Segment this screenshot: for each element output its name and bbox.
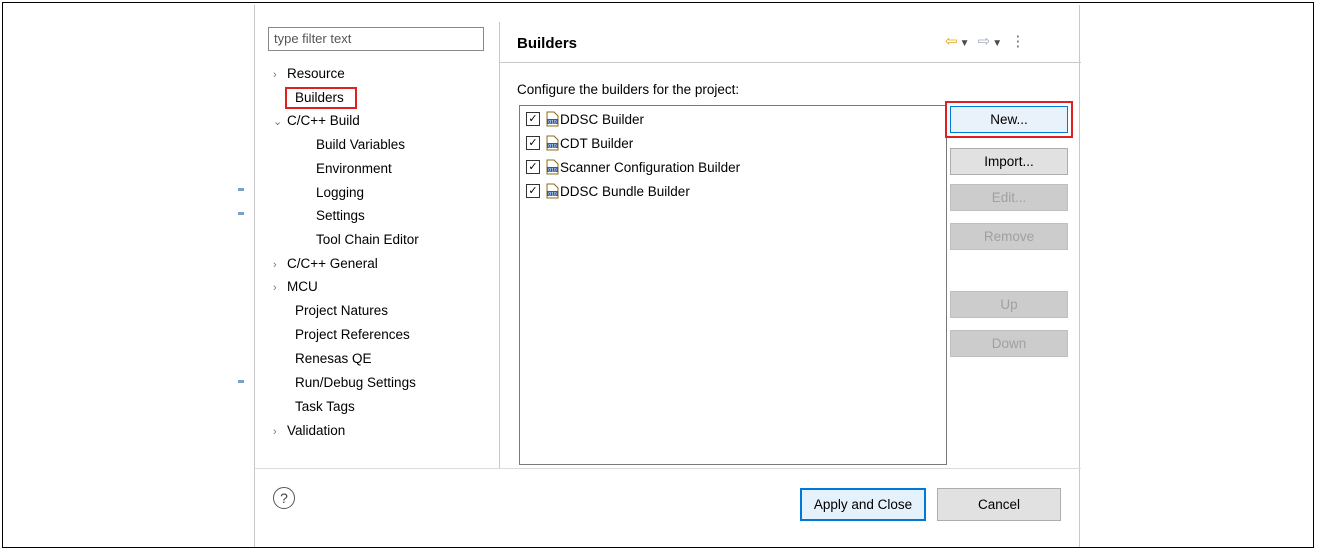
svg-text:010: 010 xyxy=(548,144,557,150)
tree-item-mcu[interactable]: › MCU xyxy=(273,277,318,297)
remove-button[interactable]: Remove xyxy=(950,223,1068,250)
tree-item-label: Run/Debug Settings xyxy=(295,375,416,390)
tree-item-build-variables[interactable]: Build Variables xyxy=(316,135,405,155)
tree-item-label: Resource xyxy=(287,66,345,81)
back-arrow-icon[interactable]: ⇦ xyxy=(945,33,960,50)
builder-label: DDSC Builder xyxy=(560,112,645,127)
tree-item-project-references[interactable]: Project References xyxy=(295,325,410,345)
chevron-right-icon[interactable]: › xyxy=(273,255,287,275)
builder-checkbox[interactable]: ✓ xyxy=(526,160,540,175)
properties-dialog: type filter text › Resource Builders ⌄ C/C… xyxy=(254,5,1081,547)
builder-file-icon: 010 xyxy=(546,159,559,175)
background-window-edge xyxy=(238,380,244,383)
tree-item-environment[interactable]: Environment xyxy=(316,159,392,179)
tree-item-validation[interactable]: › Validation xyxy=(273,421,345,441)
edit-button[interactable]: Edit... xyxy=(950,184,1068,211)
help-icon[interactable]: ? xyxy=(273,487,295,509)
builder-file-icon: 010 xyxy=(546,183,559,199)
svg-text:010: 010 xyxy=(548,192,557,198)
page-description: Configure the builders for the project: xyxy=(517,82,740,97)
new-highlight-box xyxy=(945,101,1073,138)
tree-item-cpp-general[interactable]: › C/C++ General xyxy=(273,254,378,274)
background-window-edge xyxy=(238,212,244,215)
builder-label: DDSC Bundle Builder xyxy=(560,184,690,199)
tree-item-label: Build Variables xyxy=(316,137,406,152)
chevron-down-icon[interactable]: ⌄ xyxy=(273,112,287,132)
background-window-edge xyxy=(238,188,244,191)
tree-item-settings[interactable]: Settings xyxy=(316,206,365,226)
footer-divider xyxy=(255,468,1081,469)
forward-dropdown-icon[interactable]: ▼ xyxy=(992,38,1004,49)
forward-arrow-icon[interactable]: ⇨ xyxy=(978,33,993,50)
tree-item-label: Settings xyxy=(316,208,365,223)
svg-text:010: 010 xyxy=(548,168,557,174)
view-menu-icon[interactable]: ⋮ xyxy=(1010,33,1027,50)
tree-item-run-debug-settings[interactable]: Run/Debug Settings xyxy=(295,373,416,393)
import-button[interactable]: Import... xyxy=(950,148,1068,175)
builder-checkbox[interactable]: ✓ xyxy=(526,112,540,127)
tree-item-task-tags[interactable]: Task Tags xyxy=(295,397,355,417)
list-item[interactable]: ✓ 010 Scanner Configuration Builder xyxy=(526,157,740,179)
builder-checkbox[interactable]: ✓ xyxy=(526,136,540,151)
tree-item-logging[interactable]: Logging xyxy=(316,183,364,203)
list-item[interactable]: ✓ 010 CDT Builder xyxy=(526,133,633,155)
pane-divider[interactable] xyxy=(499,22,500,468)
title-divider xyxy=(500,62,1081,63)
tree-item-tool-chain-editor[interactable]: Tool Chain Editor xyxy=(316,230,419,250)
tree-item-project-natures[interactable]: Project Natures xyxy=(295,301,388,321)
tree-item-label: Validation xyxy=(287,423,346,438)
chevron-right-icon[interactable]: › xyxy=(273,278,287,298)
back-dropdown-icon[interactable]: ▼ xyxy=(960,38,972,49)
builder-label: CDT Builder xyxy=(560,136,634,151)
svg-text:010: 010 xyxy=(548,120,557,126)
apply-and-close-button[interactable]: Apply and Close xyxy=(800,488,926,521)
builder-checkbox[interactable]: ✓ xyxy=(526,184,540,199)
builders-list[interactable]: ✓ 010 DDSC Builder ✓ 010 CDT Builder ✓ 010 Sca… xyxy=(519,105,947,465)
tree-item-renesas-qe[interactable]: Renesas QE xyxy=(295,349,372,369)
tree-item-label: C/C++ Build xyxy=(287,113,360,128)
tree-item-label: Environment xyxy=(316,161,392,176)
chevron-right-icon[interactable]: › xyxy=(273,65,287,85)
tree-item-label: C/C++ General xyxy=(287,256,378,271)
cancel-button[interactable]: Cancel xyxy=(937,488,1061,521)
up-button[interactable]: Up xyxy=(950,291,1068,318)
builder-file-icon: 010 xyxy=(546,111,559,127)
tree-item-label: Tool Chain Editor xyxy=(316,232,419,247)
page-title: Builders xyxy=(517,35,578,52)
builder-label: Scanner Configuration Builder xyxy=(560,160,741,175)
tree-item-label: Logging xyxy=(316,185,365,200)
tree-item-label: Task Tags xyxy=(295,399,355,414)
list-item[interactable]: ✓ 010 DDSC Bundle Builder xyxy=(526,181,690,203)
tree-item-label: Project References xyxy=(295,327,410,342)
tree-item-label: Project Natures xyxy=(295,303,389,318)
down-button[interactable]: Down xyxy=(950,330,1068,357)
tree-item-cpp-build[interactable]: ⌄ C/C++ Build xyxy=(273,111,360,131)
page-navigation: ⇦▼ ⇨▼ ⋮ xyxy=(945,32,1027,50)
chevron-right-icon[interactable]: › xyxy=(273,422,287,442)
builders-highlight-box xyxy=(285,87,357,109)
tree-item-resource[interactable]: › Resource xyxy=(273,64,345,84)
list-item[interactable]: ✓ 010 DDSC Builder xyxy=(526,109,644,131)
tree-item-label: MCU xyxy=(287,279,318,294)
builder-file-icon: 010 xyxy=(546,135,559,151)
tree-item-label: Renesas QE xyxy=(295,351,372,366)
filter-input[interactable]: type filter text xyxy=(268,27,484,51)
